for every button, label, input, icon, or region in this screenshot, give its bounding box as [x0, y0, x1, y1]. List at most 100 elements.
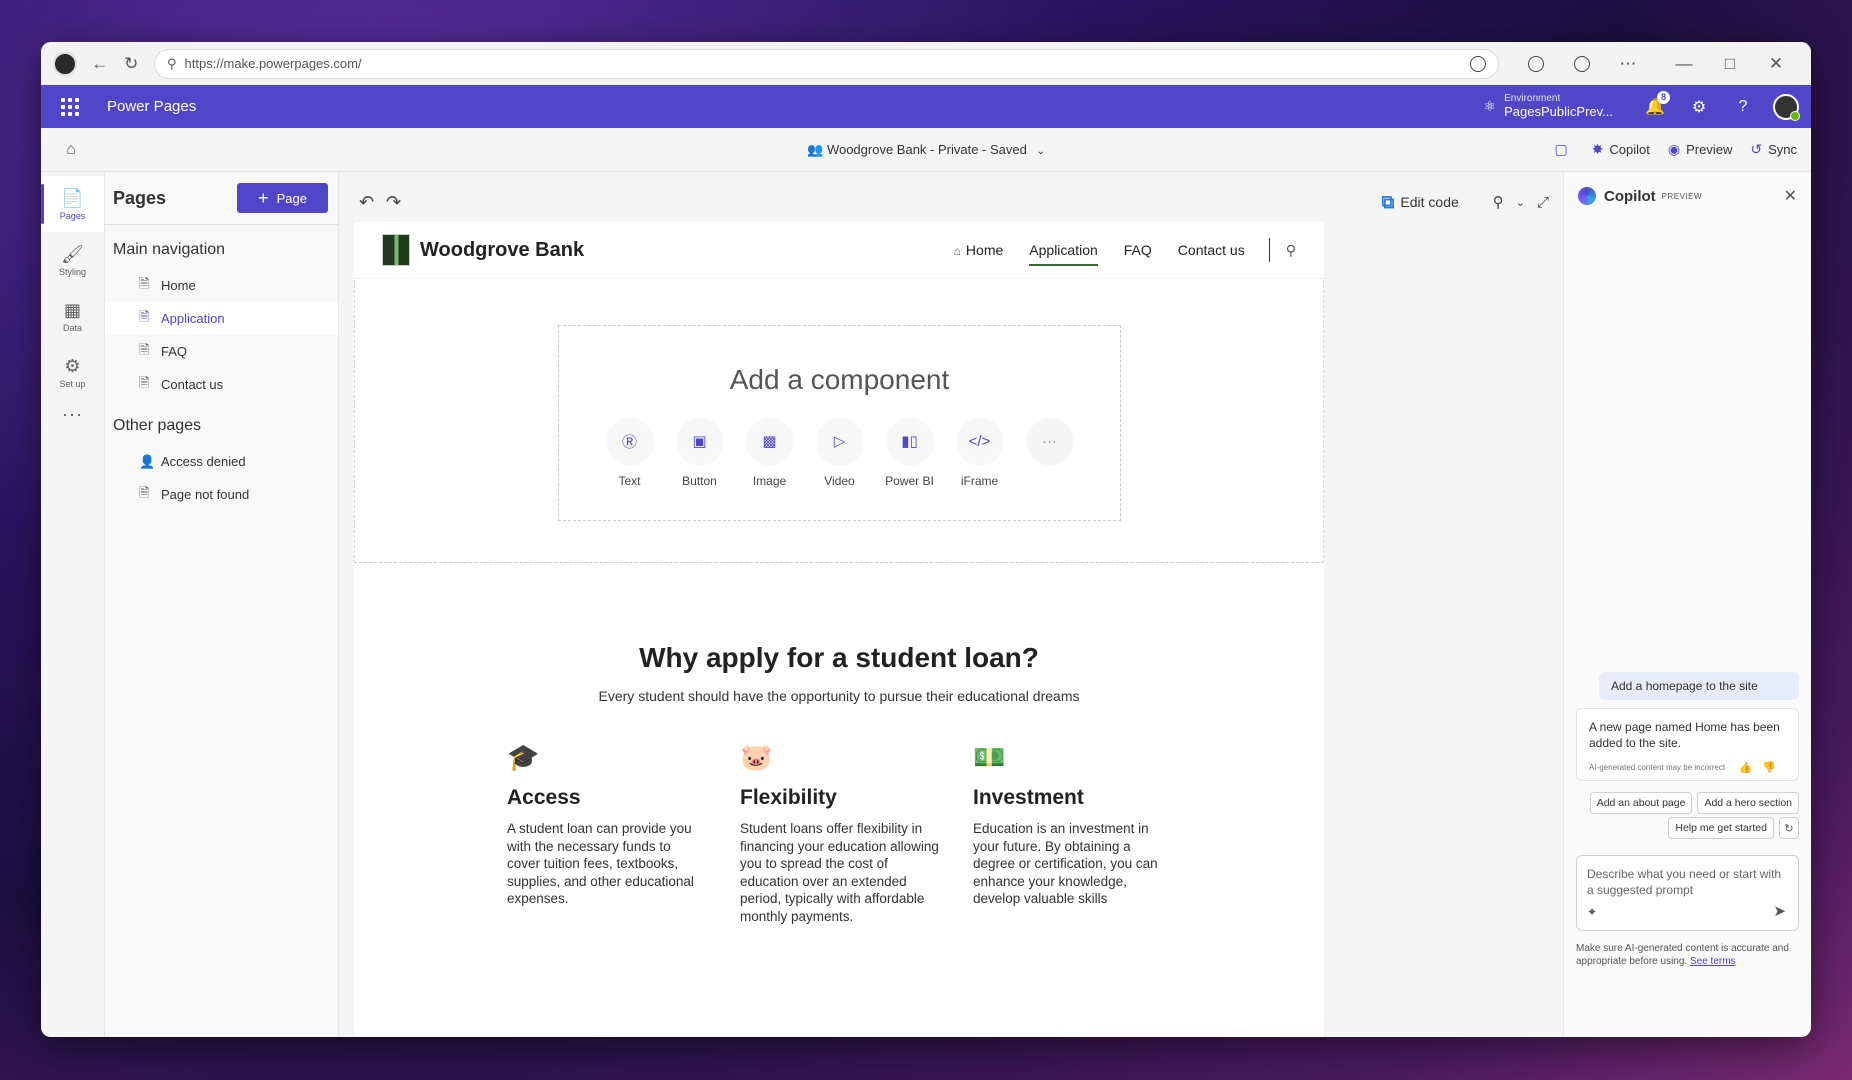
favorite-icon[interactable]: [1470, 55, 1486, 72]
notifications-button[interactable]: 🔔 8: [1633, 90, 1677, 117]
refresh-icon[interactable]: ↻: [1779, 817, 1799, 839]
vscode-icon: ⧉: [1381, 191, 1395, 212]
code-icon: </>: [956, 418, 1003, 464]
component-button[interactable]: ▣ Button: [665, 418, 735, 488]
chart-icon: ▮▯: [886, 418, 933, 464]
suggestion-about-page[interactable]: Add an about page: [1589, 792, 1693, 814]
sparkle-icon[interactable]: ✦: [1587, 904, 1597, 920]
site-header: Woodgrove Bank ⌂ Home Application FAQ Con…: [354, 222, 1324, 279]
close-icon[interactable]: ✕: [1763, 51, 1789, 77]
eye-icon: ◉: [1667, 141, 1681, 157]
site-status-button[interactable]: 👥 Woodgrove Bank - Private - Saved ⌄: [807, 142, 1045, 157]
comments-button[interactable]: ▢: [1554, 141, 1573, 158]
site-nav-home[interactable]: ⌂ Home: [954, 236, 1004, 264]
text-icon: Ⓡ: [606, 418, 653, 464]
rail-label: Pages: [59, 210, 86, 221]
component-iframe[interactable]: </> iFrame: [945, 418, 1015, 488]
app-launcher-icon[interactable]: [61, 97, 79, 116]
send-icon[interactable]: ➤: [1773, 902, 1786, 922]
redo-icon[interactable]: ↷: [386, 192, 401, 213]
component-powerbi[interactable]: ▮▯ Power BI: [875, 418, 945, 488]
zoom-icon[interactable]: ⚲: [1493, 193, 1504, 211]
home-icon[interactable]: ⌂: [41, 141, 101, 159]
nav-divider: [1268, 238, 1270, 262]
maximize-icon[interactable]: □: [1717, 51, 1743, 77]
copilot-input[interactable]: Describe what you need or start with a s…: [1576, 855, 1799, 931]
site-nav-application[interactable]: Application: [1029, 236, 1098, 266]
see-terms-link[interactable]: See terms: [1690, 956, 1736, 967]
component-label: Button: [682, 474, 717, 488]
copilot-button[interactable]: ✸ Copilot: [1592, 141, 1650, 158]
thumbs-down-icon[interactable]: 👎: [1762, 762, 1786, 774]
page-item-contact[interactable]: 🗎 Contact us: [105, 368, 338, 401]
settings-button[interactable]: ⚙: [1677, 97, 1721, 117]
page-item-home[interactable]: 🗎 Home: [105, 269, 338, 302]
component-label: Power BI: [885, 474, 934, 488]
copilot-icon: ✸: [1591, 141, 1604, 157]
add-component-title: Add a component: [729, 364, 950, 395]
ellipsis-icon[interactable]: ⋯: [1615, 51, 1641, 77]
undo-icon[interactable]: ↶: [359, 192, 374, 213]
site-nav-faq[interactable]: FAQ: [1124, 236, 1152, 264]
rail-label: Data: [62, 322, 82, 333]
fullscreen-icon[interactable]: ⤢: [1537, 194, 1549, 211]
user-avatar[interactable]: [1773, 93, 1800, 121]
component-more[interactable]: ···: [1015, 418, 1085, 488]
section-subheading: Every student should have the opportunit…: [598, 688, 1080, 704]
rail-item-setup[interactable]: ⚙ Set up: [41, 344, 104, 400]
sync-label: Sync: [1768, 142, 1797, 157]
profile-avatar[interactable]: [53, 51, 77, 77]
page-item-not-found[interactable]: 🗎 Page not found: [105, 478, 338, 511]
site-page-preview: Woodgrove Bank ⌂ Home Application FAQ Con…: [354, 222, 1324, 1037]
address-bar[interactable]: ⚲ https://make.powerpages.com/: [154, 48, 1499, 79]
sync-button[interactable]: ↺ Sync: [1750, 141, 1797, 158]
site-nav-contact[interactable]: Contact us: [1178, 236, 1245, 264]
left-rail: 📄 Pages 🖌 Styling ▦ Data ⚙ Set up ···: [41, 172, 105, 1037]
page-item-faq[interactable]: 🗎 FAQ: [105, 335, 338, 368]
section-dropzone[interactable]: Add a component Ⓡ Text ▣ Button ▩ Image ▷ Vi…: [354, 280, 1324, 563]
component-video[interactable]: ▷ Video: [805, 418, 875, 488]
command-bar: ⌂ 👥 Woodgrove Bank - Private - Saved ⌄ ▢…: [41, 128, 1811, 172]
browser-window: ← ↻ ⚲ https://make.powerpages.com/ ⋯ — □…: [41, 42, 1811, 1037]
suggestion-get-started[interactable]: Help me get started: [1668, 817, 1774, 839]
page-item-label: FAQ: [161, 344, 188, 359]
rail-label: Styling: [58, 266, 86, 277]
refresh-icon[interactable]: ↻: [123, 51, 141, 77]
money-icon: 💵: [973, 742, 1006, 772]
component-image[interactable]: ▩ Image: [735, 418, 805, 488]
collections-icon[interactable]: [1569, 51, 1595, 77]
component-text[interactable]: Ⓡ Text: [595, 418, 665, 488]
chevron-down-icon[interactable]: ⌄: [1516, 196, 1525, 209]
page-item-access-denied[interactable]: 👤 Access denied: [105, 445, 338, 478]
environment-picker[interactable]: ⚛ Environment PagesPublicPrev...: [1484, 93, 1613, 120]
component-label: Video: [824, 474, 855, 488]
copilot-disclaimer: Make sure AI-generated content is accura…: [1576, 942, 1799, 968]
rail-label: Set up: [59, 378, 86, 389]
page-icon: 🗎: [139, 341, 150, 357]
minimize-icon[interactable]: —: [1671, 51, 1697, 77]
rail-item-styling[interactable]: 🖌 Styling: [41, 232, 104, 288]
rail-item-pages[interactable]: 📄 Pages: [41, 176, 104, 232]
copilot-icon: [1578, 187, 1596, 205]
feature-text: A student loan can provide you with the …: [507, 821, 694, 907]
thumbs-up-icon[interactable]: 👍: [1739, 762, 1763, 774]
preview-button[interactable]: ◉ Preview: [1668, 141, 1732, 158]
rail-item-data[interactable]: ▦ Data: [41, 288, 104, 344]
app-title[interactable]: Power Pages: [107, 98, 196, 115]
features-row: 🎓 Access A student loan can provide you …: [507, 742, 1206, 925]
ellipsis-icon: ···: [1026, 418, 1073, 464]
close-icon[interactable]: ✕: [1784, 186, 1797, 206]
page-item-application[interactable]: 🗎 Application: [105, 302, 338, 335]
search-icon[interactable]: ⚲: [1286, 242, 1296, 259]
chevron-down-icon: ⌄: [1036, 145, 1045, 157]
extensions-icon[interactable]: [1523, 51, 1549, 77]
edit-code-button[interactable]: ⧉ Edit code: [1382, 192, 1459, 213]
suggestion-hero-section[interactable]: Add a hero section: [1697, 792, 1799, 814]
more-icon[interactable]: ···: [41, 400, 104, 425]
add-page-button[interactable]: + Page: [237, 183, 328, 213]
preview-badge: PREVIEW: [1661, 191, 1703, 201]
copilot-pane: Copilot PREVIEW ✕ Add a homepage to the …: [1563, 172, 1811, 1037]
help-button[interactable]: ?: [1721, 98, 1765, 116]
sync-icon: ↺: [1750, 141, 1763, 157]
back-icon[interactable]: ←: [91, 51, 109, 77]
